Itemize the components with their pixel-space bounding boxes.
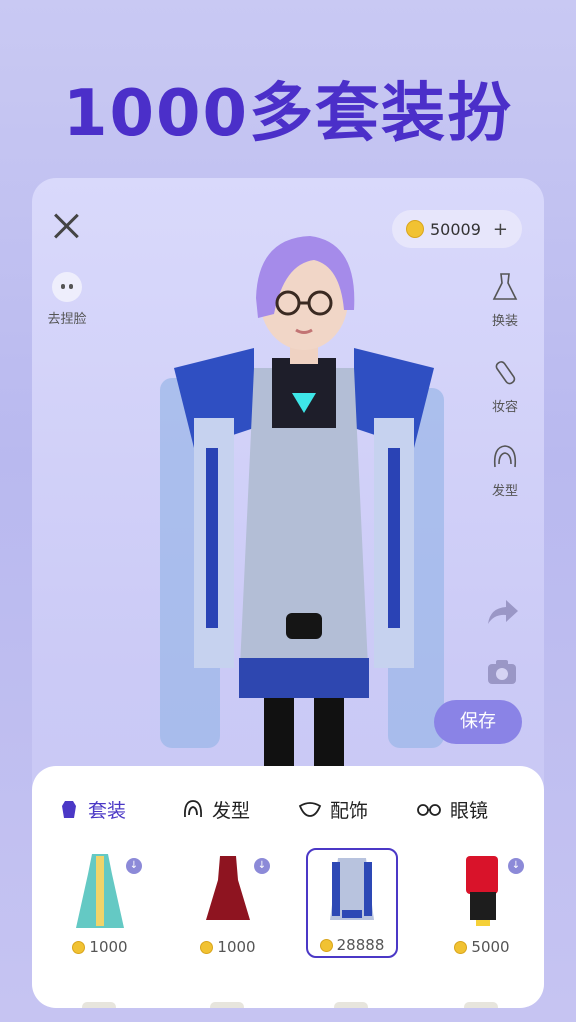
hairstyle-icon bbox=[184, 800, 202, 818]
download-icon: ↓ bbox=[126, 858, 142, 874]
side-tool-hair[interactable]: 发型 bbox=[480, 442, 530, 499]
next-row-item bbox=[82, 1002, 116, 1008]
camera-icon[interactable] bbox=[486, 658, 518, 686]
close-button[interactable] bbox=[52, 212, 80, 240]
next-row-item bbox=[334, 1002, 368, 1008]
coin-icon bbox=[200, 940, 214, 954]
makeup-icon bbox=[495, 361, 516, 385]
blue-tech-thumbnail bbox=[330, 858, 374, 920]
tab-glasses[interactable]: 眼镜 bbox=[416, 794, 488, 824]
side-tool-label: 换装 bbox=[491, 314, 518, 329]
add-coins-button[interactable]: + bbox=[493, 219, 508, 240]
side-tool-outfit[interactable]: 换装 bbox=[480, 272, 530, 329]
download-icon: ↓ bbox=[254, 858, 270, 874]
item-price: 28888 bbox=[308, 936, 396, 954]
currency-balance[interactable]: 50009 + bbox=[392, 210, 522, 248]
tab-accessory[interactable]: 配饰 bbox=[298, 794, 368, 824]
item-price: 1000 bbox=[182, 938, 274, 956]
coin-icon bbox=[454, 940, 468, 954]
outfit-item-blue-tech[interactable]: 28888 bbox=[306, 848, 398, 958]
outfit-item-teal-dress[interactable]: ↓ 1000 bbox=[54, 848, 146, 958]
avatar-character bbox=[160, 236, 444, 768]
promo-headline: 1000多套装扮 bbox=[62, 77, 514, 151]
item-price: 1000 bbox=[54, 938, 146, 956]
tab-label: 套装 bbox=[88, 799, 127, 822]
wardrobe-panel: 套装 发型 配饰 眼镜 ↓ 1000 ↓ 1000 28888 ↓ 5000 bbox=[32, 766, 544, 1008]
side-tool-makeup[interactable]: 妆容 bbox=[480, 358, 530, 415]
tab-label: 配饰 bbox=[330, 799, 369, 822]
outfit-icon bbox=[62, 801, 76, 818]
item-price: 5000 bbox=[436, 938, 528, 956]
side-tool-label: 发型 bbox=[491, 484, 518, 499]
outfit-item-red-sweater[interactable]: ↓ 5000 bbox=[436, 848, 528, 958]
price-value: 1000 bbox=[89, 938, 128, 956]
tab-label: 发型 bbox=[212, 799, 251, 822]
face-edit-label: 去捏脸 bbox=[47, 312, 87, 327]
dressup-card: 去捏脸 50009 + 换装 妆容 发型 保存 套装 发型 配饰 眼镜 ↓ 10… bbox=[32, 178, 544, 1008]
price-value: 1000 bbox=[217, 938, 256, 956]
price-value: 28888 bbox=[336, 936, 385, 954]
face-icon bbox=[52, 272, 82, 302]
coin-icon bbox=[72, 940, 86, 954]
coin-amount: 50009 bbox=[430, 219, 481, 239]
price-value: 5000 bbox=[471, 938, 510, 956]
face-edit-button[interactable]: 去捏脸 bbox=[44, 272, 90, 327]
share-arrow-icon[interactable] bbox=[486, 596, 520, 628]
coin-icon bbox=[319, 938, 333, 952]
hair-icon bbox=[493, 445, 517, 468]
accessory-icon bbox=[298, 802, 322, 817]
outfit-item-red-dress[interactable]: ↓ 1000 bbox=[182, 848, 274, 958]
next-row-item bbox=[210, 1002, 244, 1008]
side-tool-label: 妆容 bbox=[491, 400, 518, 415]
tab-outfit[interactable]: 套装 bbox=[58, 794, 126, 824]
save-button[interactable]: 保存 bbox=[434, 700, 522, 744]
dress-icon bbox=[492, 273, 518, 300]
coin-icon bbox=[406, 220, 424, 238]
next-row-item bbox=[464, 1002, 498, 1008]
tab-hairstyle[interactable]: 发型 bbox=[182, 794, 250, 824]
tab-label: 眼镜 bbox=[450, 799, 489, 822]
download-icon: ↓ bbox=[508, 858, 524, 874]
category-tabs: 套装 发型 配饰 眼镜 bbox=[58, 794, 528, 824]
outfit-grid: ↓ 1000 ↓ 1000 28888 ↓ 5000 bbox=[32, 848, 544, 968]
glasses-icon bbox=[417, 804, 441, 816]
